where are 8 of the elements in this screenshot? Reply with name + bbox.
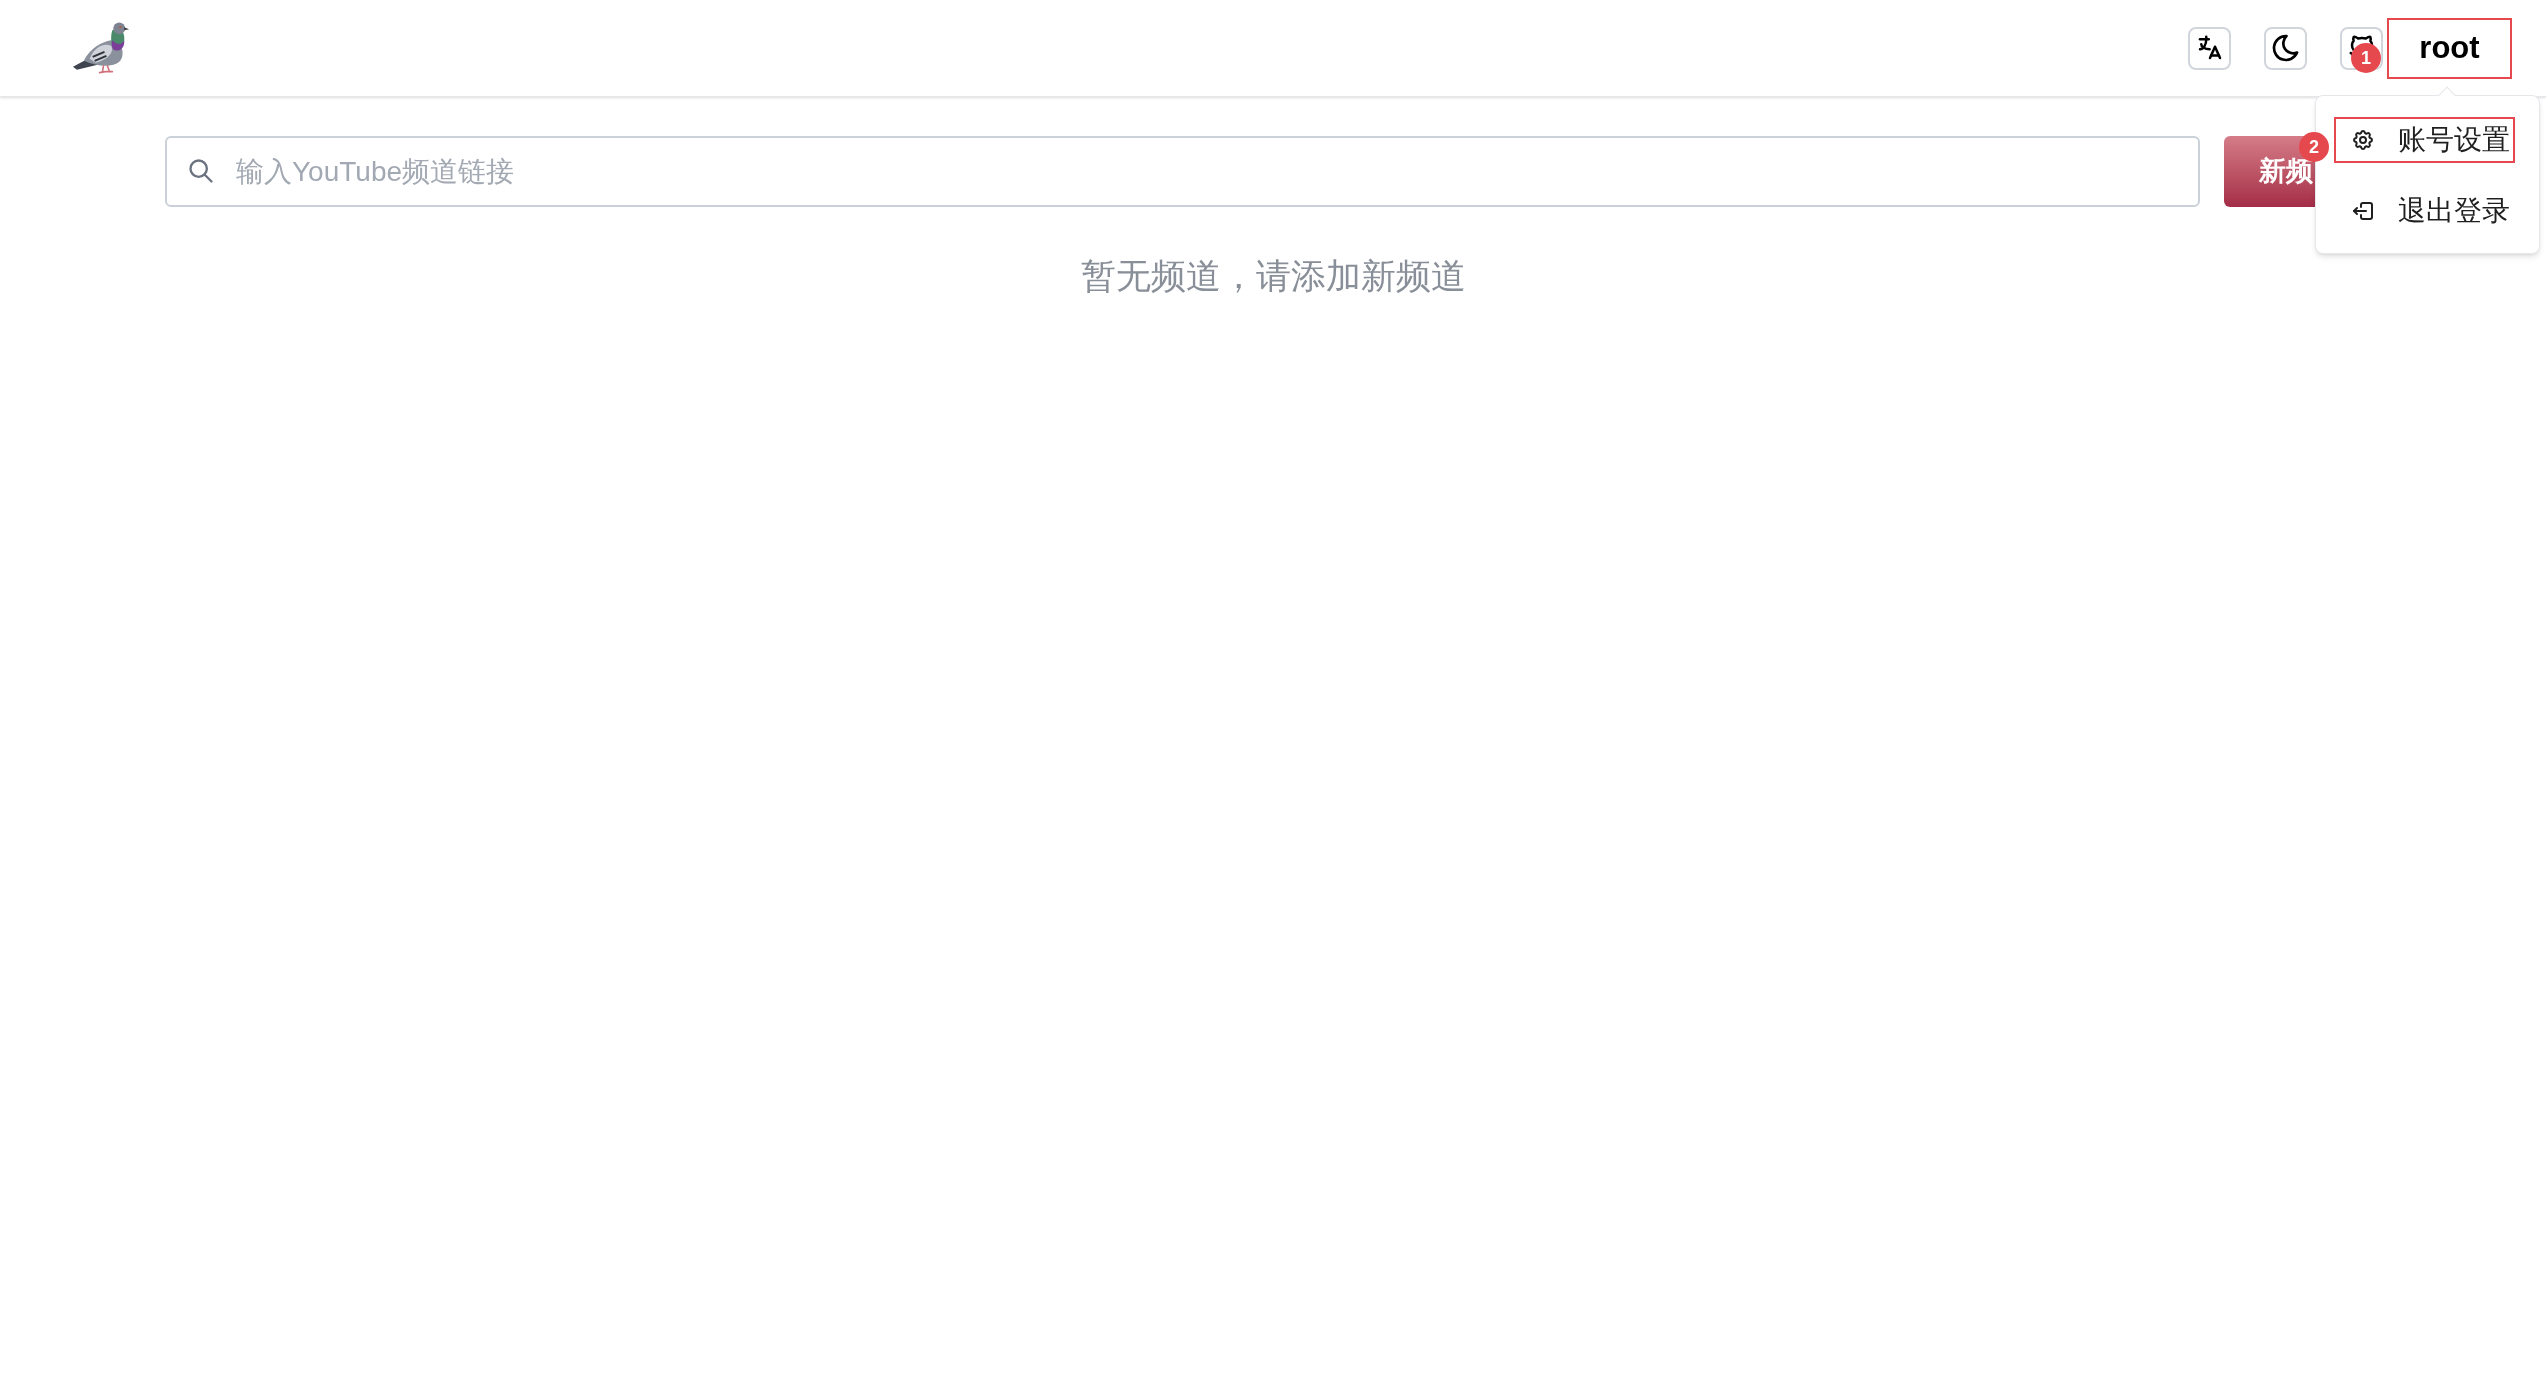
empty-message: 暂无频道，请添加新频道 xyxy=(1080,256,1466,296)
gear-icon xyxy=(2351,127,2375,152)
theme-button[interactable] xyxy=(2264,26,2307,70)
search-icon xyxy=(187,157,215,185)
search-field[interactable]: 输入YouTube频道链接 xyxy=(165,136,2200,207)
translate-button[interactable] xyxy=(2188,26,2231,70)
user-menu-button[interactable]: root xyxy=(2387,17,2512,79)
menu-item[interactable]: 账号设置 xyxy=(2334,116,2515,163)
